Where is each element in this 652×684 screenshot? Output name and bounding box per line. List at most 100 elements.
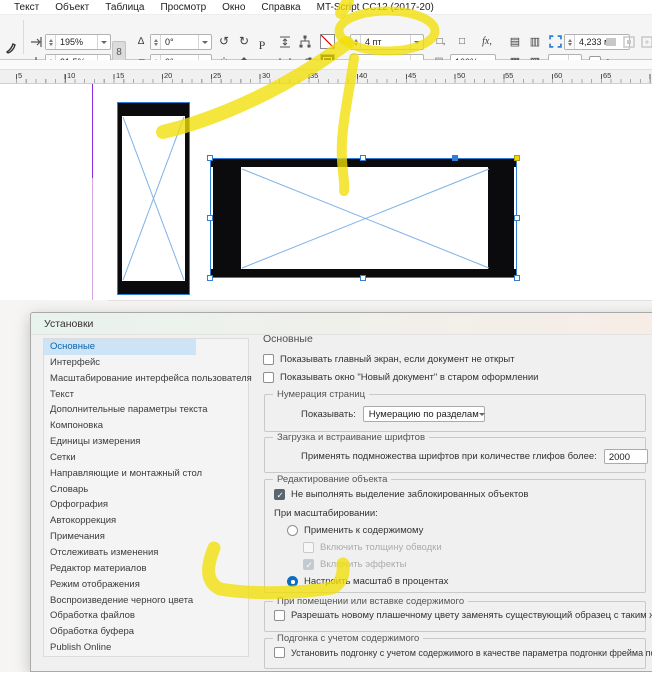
menu-item[interactable]: Справка xyxy=(253,2,308,13)
sidebar-item[interactable]: Обработка файлов xyxy=(44,608,196,624)
sidebar-item[interactable]: Дополнительные параметры текста xyxy=(44,402,208,418)
sidebar-item[interactable]: Publish Online xyxy=(44,640,196,656)
selection-handle[interactable] xyxy=(207,155,213,161)
selection-handle-solid[interactable] xyxy=(452,155,458,161)
sidebar-item[interactable]: Отслеживать изменения xyxy=(44,545,196,561)
font-subset-label: Применять подмножества шрифтов при колич… xyxy=(301,451,597,462)
include-effects-row: Включить эффекты xyxy=(303,559,406,571)
default-fit-row: Установить подгонку с учетом содержимого… xyxy=(274,647,652,658)
page-edge-line xyxy=(108,300,652,301)
align-tree-icon[interactable] xyxy=(298,35,312,49)
show-home-screen-checkbox[interactable] xyxy=(263,354,274,365)
stroke-flyout-arrow-icon[interactable]: › xyxy=(337,34,346,49)
spinner[interactable] xyxy=(46,35,56,49)
spot-color-checkbox[interactable] xyxy=(274,610,285,621)
corner-options-icon[interactable]: □, xyxy=(432,35,450,49)
sidebar-item[interactable]: Воспроизведение черного цвета xyxy=(44,593,196,609)
ruler-guide-upper[interactable] xyxy=(92,84,93,178)
effects-fx-icon[interactable]: fx, xyxy=(478,35,496,49)
frame-fitting-icon xyxy=(548,35,562,49)
frame-border-band xyxy=(118,281,189,294)
sidebar-item[interactable]: Единицы измерения xyxy=(44,434,196,450)
sidebar-item[interactable]: Основные xyxy=(44,339,196,355)
glyph-count-input[interactable]: 2000 xyxy=(603,449,648,464)
scale-x-field[interactable]: 195% xyxy=(45,34,111,50)
rotate-ccw-icon[interactable]: ↺ xyxy=(216,34,232,48)
spinner[interactable] xyxy=(151,35,161,49)
checkbox-label: Не выполнять выделение заблокированных о… xyxy=(291,489,529,500)
graphic-frame-horizontal[interactable] xyxy=(210,158,517,278)
selection-handle[interactable] xyxy=(360,275,366,281)
include-stroke-checkbox[interactable] xyxy=(303,542,314,553)
frame-border-band xyxy=(118,115,122,283)
sidebar-item[interactable]: Масштабирование интерфейса пользователя xyxy=(44,371,252,387)
adjust-percent-radio[interactable] xyxy=(287,576,298,587)
selection-handle[interactable] xyxy=(360,155,366,161)
no-lock-select-checkbox[interactable] xyxy=(274,489,285,501)
ruler-number: 60 xyxy=(554,71,563,80)
menu-item[interactable]: Таблица xyxy=(97,2,152,13)
sidebar-item[interactable]: Сетки xyxy=(44,450,196,466)
apply-to-content-radio[interactable] xyxy=(287,525,298,536)
font-subset-row: Применять подмножества шрифтов при колич… xyxy=(301,449,648,464)
rotate-cw-icon[interactable]: ↻ xyxy=(236,34,252,48)
selection-handle[interactable] xyxy=(514,215,520,221)
rotation-angle-field[interactable]: 0° xyxy=(150,34,212,50)
sidebar-item[interactable]: Режим отображения xyxy=(44,577,196,593)
wrap-none-icon[interactable]: ▤ xyxy=(508,35,522,49)
sidebar-item[interactable]: Орфография xyxy=(44,497,196,513)
stroke-weight-field[interactable]: 4 пт xyxy=(350,34,424,50)
bottom-strip xyxy=(0,672,652,684)
numbering-select[interactable]: Нумерацию по разделам xyxy=(362,406,485,422)
tool-proxy-icon xyxy=(4,41,18,55)
sidebar-item[interactable]: Направляющие и монтажный стол xyxy=(44,466,202,482)
graphic-frame-vertical[interactable] xyxy=(117,102,190,295)
include-stroke-row: Включить толщину обводки xyxy=(303,542,442,553)
gap-field[interactable]: 4,233 мм xyxy=(564,34,630,50)
menu-item[interactable]: Объект xyxy=(47,2,97,13)
paragraph-style-icon[interactable]: P xyxy=(254,38,270,52)
default-fit-checkbox[interactable] xyxy=(274,647,285,658)
ruler-number: 55 xyxy=(505,71,514,80)
fit-frame-icon xyxy=(622,35,636,49)
legacy-new-doc-checkbox[interactable] xyxy=(263,372,274,383)
sidebar-item[interactable]: Интерфейс xyxy=(44,355,196,371)
selection-handle[interactable] xyxy=(514,275,520,281)
show-home-screen-row: Показывать главный экран, если документ … xyxy=(263,354,515,365)
sidebar-item[interactable]: Автокоррекция xyxy=(44,513,196,529)
stroke-color-none-swatch[interactable] xyxy=(320,34,335,49)
sidebar-item[interactable]: Редактор материалов xyxy=(44,561,196,577)
frame-border-band xyxy=(118,103,189,116)
fit-content-icon xyxy=(604,35,618,49)
spinner[interactable] xyxy=(351,35,361,49)
content-aware-fit-group: Подгонка с учетом содержимого Установить… xyxy=(264,633,652,669)
dialog-title-bar[interactable]: Установки xyxy=(31,313,652,335)
ruler-guide-lower[interactable] xyxy=(92,178,93,300)
chevron-down-icon[interactable] xyxy=(97,35,110,49)
sidebar-item[interactable]: Примечания xyxy=(44,529,196,545)
chevron-down-icon[interactable] xyxy=(198,35,211,49)
group-legend: Подгонка с учетом содержимого xyxy=(273,633,424,644)
menu-item[interactable]: Текст xyxy=(6,2,47,13)
sidebar-item[interactable]: Обработка буфера xyxy=(44,624,196,640)
checkbox-label: Показывать главный экран, если документ … xyxy=(280,354,515,365)
rotation-angle-icon: ∆ xyxy=(137,36,145,47)
selection-handle[interactable] xyxy=(207,215,213,221)
chevron-down-icon[interactable] xyxy=(410,35,423,49)
menu-item[interactable]: Просмотр xyxy=(152,2,214,13)
live-corner-handle[interactable] xyxy=(514,155,520,161)
menu-item[interactable]: MT-Script CC12 (2017-20) xyxy=(309,2,442,13)
sidebar-item[interactable]: Компоновка xyxy=(44,418,196,434)
sidebar-item[interactable]: Текст xyxy=(44,387,196,403)
spinner[interactable] xyxy=(565,35,575,49)
menu-item[interactable]: Окно xyxy=(214,2,253,13)
horizontal-ruler[interactable]: 5 10 15 20 25 30 35 40 45 50 55 60 65 xyxy=(0,70,652,84)
distribute-vertical-icon[interactable] xyxy=(278,35,292,49)
corner-shape-icon[interactable]: □ xyxy=(455,35,469,49)
wrap-bounding-icon[interactable]: ▥ xyxy=(528,35,542,49)
group-legend: Редактирование объекта xyxy=(273,474,392,485)
selection-handle[interactable] xyxy=(207,275,213,281)
include-effects-checkbox[interactable] xyxy=(303,559,314,571)
sidebar-item[interactable]: Словарь xyxy=(44,482,196,498)
paste-content-group: При помещении или вставке содержимого Ра… xyxy=(264,596,652,632)
